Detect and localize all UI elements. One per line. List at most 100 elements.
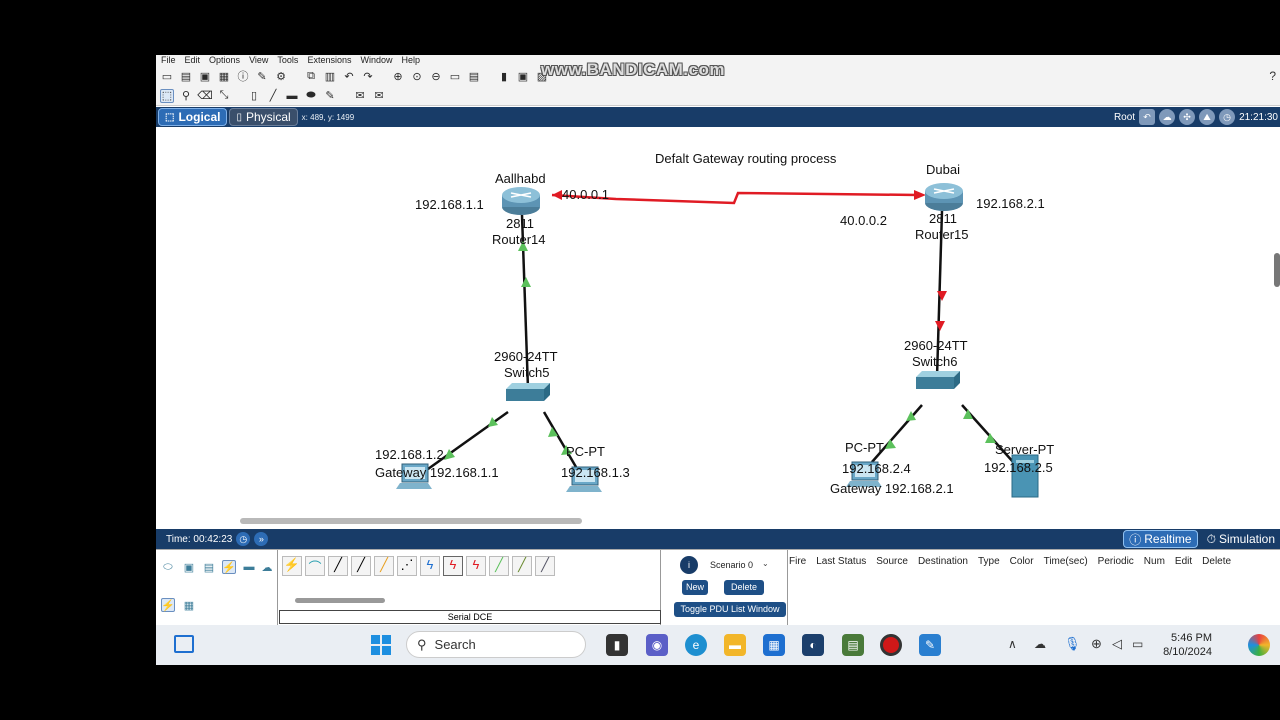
record-icon[interactable] [880, 634, 902, 656]
network-globe-icon[interactable]: ⊕ [1091, 636, 1102, 652]
usb-cable-icon[interactable]: ╱ [535, 556, 555, 576]
inspect-icon[interactable]: ⚲ [179, 89, 193, 103]
widgets-icon[interactable] [174, 635, 194, 653]
octal-cable-icon[interactable]: ╱ [489, 556, 509, 576]
open-folder-icon[interactable]: ▤ [179, 69, 193, 83]
resize-icon[interactable]: ⤡ [217, 89, 231, 103]
simple-pdu-icon[interactable]: ✉ [353, 89, 367, 103]
help-icon[interactable]: ? [1269, 69, 1276, 83]
connections-sub-icon[interactable]: ⚡ [161, 598, 175, 612]
fiber-cable-icon[interactable]: ╱ [374, 556, 394, 576]
connections-icon[interactable]: ⚡ [222, 560, 236, 574]
router14-icon[interactable] [502, 187, 540, 215]
console-cable-icon[interactable]: ⌒ [305, 556, 325, 576]
new-scenario-button[interactable]: New [682, 580, 708, 595]
serial-dce-icon[interactable]: ϟ [443, 556, 463, 576]
toggle-pdu-list-button[interactable]: Toggle PDU List Window [674, 602, 786, 617]
zoom-out-icon[interactable]: ⊖ [429, 69, 443, 83]
ellipse-icon[interactable]: ⬬ [304, 89, 318, 103]
grid-icon[interactable]: ▦ [182, 598, 196, 612]
delete-scenario-button[interactable]: Delete [724, 580, 764, 595]
file-explorer-icon[interactable]: ▬ [724, 634, 746, 656]
iot-cable-icon[interactable]: ╱ [512, 556, 532, 576]
zoom-reset-icon[interactable]: ⊙ [410, 69, 424, 83]
end-devices-icon[interactable]: ▣ [182, 560, 196, 574]
terminal-icon[interactable]: ▣ [516, 69, 530, 83]
serial-dte-icon[interactable]: ϟ [466, 556, 486, 576]
zoom-in-icon[interactable]: ⊕ [391, 69, 405, 83]
freeform-icon[interactable]: ✎ [323, 89, 337, 103]
undo-icon[interactable]: ↶ [342, 69, 356, 83]
fast-forward-icon[interactable]: » [254, 532, 269, 546]
note-icon[interactable]: ▯ [247, 89, 261, 103]
store-icon[interactable]: ▦ [763, 634, 785, 656]
rectangle-icon[interactable]: ▬ [285, 89, 299, 103]
router15-icon[interactable] [925, 183, 963, 211]
coaxial-cable-icon[interactable]: ϟ [420, 556, 440, 576]
menu-tools[interactable]: Tools [277, 55, 298, 66]
packet-tracer-task-icon[interactable]: ◐ [802, 634, 824, 656]
volume-icon[interactable]: ◁ [1112, 636, 1122, 652]
edge-icon[interactable]: e [685, 634, 707, 656]
draw-line-icon[interactable]: ╱ [266, 89, 280, 103]
network-devices-icon[interactable]: ⬭ [161, 560, 175, 574]
onedrive-icon[interactable]: ☁ [1034, 637, 1046, 651]
menu-window[interactable]: Window [360, 55, 392, 66]
menu-edit[interactable]: Edit [185, 55, 201, 66]
components-icon[interactable]: ▤ [202, 560, 216, 574]
viewport-icon[interactable]: ⛰ [1199, 109, 1216, 125]
menu-file[interactable]: File [161, 55, 176, 66]
simulation-mode-button[interactable]: ⏱ Simulation [1202, 530, 1280, 548]
cloud-icon[interactable]: ☁ [1159, 109, 1176, 125]
multiuser-icon[interactable]: ☁ [260, 560, 274, 574]
custom-device-icon[interactable]: ▤ [467, 69, 481, 83]
crossover-cable-icon[interactable]: ╱ [351, 556, 371, 576]
tray-chevron-up-icon[interactable]: ∧ [1008, 637, 1017, 651]
phone-cable-icon[interactable]: ⋰ [397, 556, 417, 576]
copilot-icon[interactable] [1248, 634, 1270, 656]
save-icon[interactable]: ▣ [198, 69, 212, 83]
microphone-icon[interactable]: 🎙 [1064, 636, 1081, 652]
back-icon[interactable]: ↶ [1139, 109, 1156, 125]
paste-icon[interactable]: ▥ [323, 69, 337, 83]
realtime-mode-button[interactable]: ⓘ Realtime [1123, 530, 1198, 548]
paint-icon[interactable]: ✎ [919, 634, 941, 656]
select-icon[interactable]: ⬚ [160, 88, 174, 103]
navigation-icon[interactable]: ✣ [1179, 109, 1196, 125]
start-windows-icon[interactable] [371, 635, 391, 655]
menu-extensions[interactable]: Extensions [307, 55, 351, 66]
info-icon[interactable]: ⓘ [236, 69, 250, 83]
system-clock[interactable]: 5:46 PM 8/10/2024 [1163, 631, 1212, 659]
taskbar-search[interactable]: ⚲ Search [406, 631, 586, 658]
redo-icon[interactable]: ↷ [361, 69, 375, 83]
copy-icon[interactable]: ⧉ [304, 69, 318, 83]
canvas-vertical-scrollbar[interactable] [1274, 253, 1280, 287]
teams-icon[interactable]: ◉ [646, 634, 668, 656]
scenario-chevron-down-icon[interactable]: ⌄ [762, 559, 769, 568]
auto-connection-icon[interactable]: ⚡ [282, 556, 302, 576]
task-view-icon[interactable]: ▮ [606, 634, 628, 656]
python-ide-icon[interactable]: ▮ [497, 69, 511, 83]
scenario-info-icon[interactable]: i [680, 556, 698, 574]
complex-pdu-icon[interactable]: ✉ [372, 89, 386, 103]
power-cycle-icon[interactable]: ◷ [236, 532, 251, 546]
switch6-icon[interactable] [916, 371, 960, 389]
tab-physical[interactable]: ▯ Physical [229, 108, 298, 126]
straight-through-cable-icon[interactable]: ╱ [328, 556, 348, 576]
menu-help[interactable]: Help [401, 55, 420, 66]
delete-icon[interactable]: ⌫ [197, 89, 213, 103]
menu-view[interactable]: View [249, 55, 268, 66]
tab-logical[interactable]: ⬚ Logical [158, 108, 228, 126]
palette-icon[interactable]: ▭ [448, 69, 462, 83]
new-file-icon[interactable]: ▭ [160, 69, 174, 83]
logical-workspace-canvas[interactable]: Defalt Gateway routing process Aallhabd … [156, 127, 1280, 527]
wizard-icon[interactable]: ✎ [255, 69, 269, 83]
switch5-icon[interactable] [506, 383, 550, 401]
battery-icon[interactable]: ▭ [1132, 637, 1143, 651]
scenario-select[interactable]: Scenario 0 [710, 560, 753, 570]
connection-panel-scrollbar[interactable] [295, 598, 385, 603]
network-info-icon[interactable]: ⚙ [274, 69, 288, 83]
print-icon[interactable]: ▦ [217, 69, 231, 83]
canvas-horizontal-scrollbar[interactable] [240, 518, 582, 524]
app-icon[interactable]: ▤ [842, 634, 864, 656]
